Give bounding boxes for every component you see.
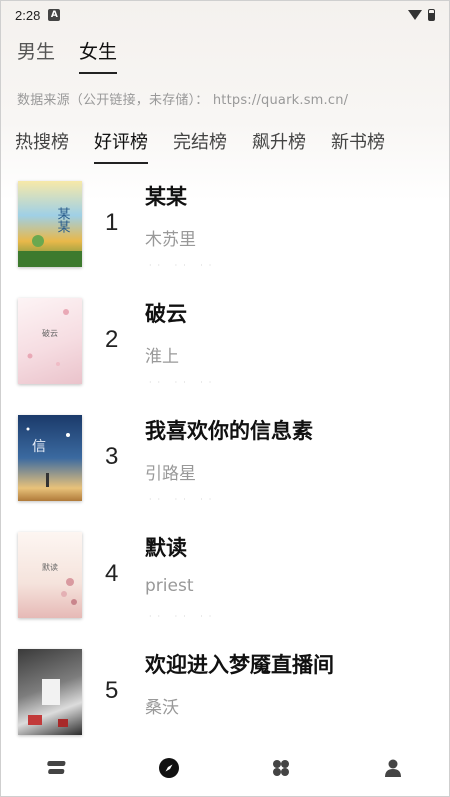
rank-number: 4 bbox=[105, 560, 119, 587]
notification-icon: A bbox=[48, 9, 61, 21]
book-author: 淮上 bbox=[145, 347, 179, 367]
svg-text:某某: 某某 bbox=[55, 207, 71, 233]
cover-art-icon bbox=[28, 679, 68, 727]
book-author: priest bbox=[145, 576, 194, 596]
book-cover bbox=[18, 649, 82, 735]
status-icons bbox=[408, 9, 435, 21]
status-bar: 2:28 A bbox=[1, 1, 449, 29]
book-cover: 某某 bbox=[18, 181, 82, 267]
book-cover: 默读 bbox=[18, 532, 82, 618]
tab-male[interactable]: 男生 bbox=[17, 37, 55, 74]
nav-profile[interactable] bbox=[373, 748, 413, 788]
book-author: 引路星 bbox=[145, 464, 196, 484]
meta-placeholder: ·· ·· ·· bbox=[149, 612, 218, 621]
flower-icon bbox=[61, 578, 77, 605]
bottom-navigation bbox=[1, 740, 449, 796]
rank-number: 2 bbox=[105, 326, 119, 353]
tab-completed[interactable]: 完结榜 bbox=[173, 128, 227, 164]
data-source-note: 数据来源（公开链接，未存储）： https://quark.sm.cn/ bbox=[17, 93, 349, 108]
bookshelf-icon bbox=[47, 761, 66, 774]
cover-art-icon: 信 bbox=[26, 427, 70, 487]
tab-top-rated[interactable]: 好评榜 bbox=[94, 128, 148, 164]
status-time: 2:28 bbox=[15, 7, 41, 23]
book-item[interactable]: 信 3 我喜欢你的信息素 引路星 ·· ·· ·· bbox=[1, 407, 449, 524]
book-item[interactable]: 默读 4 默读 priest ·· ·· ·· bbox=[1, 524, 449, 641]
book-item[interactable]: 某某 1 某某 木苏里 ·· ·· ·· bbox=[1, 173, 449, 290]
categories-icon bbox=[273, 760, 289, 776]
cover-text: 破云 bbox=[42, 329, 58, 338]
cover-text: 默读 bbox=[42, 563, 58, 572]
compass-icon bbox=[159, 758, 179, 778]
tab-hot-search[interactable]: 热搜榜 bbox=[15, 128, 69, 164]
nav-categories[interactable] bbox=[261, 748, 301, 788]
app-frame: 2:28 A 男生 女生 数据来源（公开链接，未存储）： https://qua… bbox=[0, 0, 450, 797]
book-title: 默读 bbox=[145, 536, 187, 560]
book-item[interactable]: 破云 2 破云 淮上 ·· ·· ·· bbox=[1, 290, 449, 407]
meta-placeholder: ·· ·· ·· bbox=[149, 378, 218, 387]
meta-placeholder: ·· ·· ·· bbox=[149, 261, 218, 270]
book-author: 木苏里 bbox=[145, 230, 196, 250]
tab-female[interactable]: 女生 bbox=[79, 37, 118, 74]
rank-number: 3 bbox=[105, 443, 119, 470]
book-title: 我喜欢你的信息素 bbox=[145, 419, 313, 443]
book-title: 欢迎进入梦魇直播间 bbox=[145, 653, 334, 677]
ranking-tabs: 热搜榜 好评榜 完结榜 飙升榜 新书榜 bbox=[15, 128, 410, 164]
tab-new-books[interactable]: 新书榜 bbox=[331, 128, 385, 164]
rank-number: 1 bbox=[105, 209, 119, 236]
cover-art-icon: 某某 bbox=[18, 207, 82, 267]
book-title: 破云 bbox=[145, 302, 187, 326]
rank-number: 5 bbox=[105, 677, 119, 704]
wifi-icon bbox=[408, 10, 422, 20]
battery-icon bbox=[428, 9, 435, 21]
book-author: 桑沃 bbox=[145, 698, 179, 718]
tab-rising[interactable]: 飙升榜 bbox=[252, 128, 306, 164]
profile-icon bbox=[385, 759, 401, 777]
nav-bookshelf[interactable] bbox=[37, 748, 77, 788]
book-title: 某某 bbox=[145, 185, 187, 209]
book-list: 某某 1 某某 木苏里 ·· ·· ·· 破云 2 破云 淮上 ·· ·· ··… bbox=[1, 173, 449, 758]
book-cover: 破云 bbox=[18, 298, 82, 384]
book-cover: 信 bbox=[18, 415, 82, 501]
svg-text:信: 信 bbox=[32, 439, 46, 455]
nav-discover[interactable] bbox=[149, 748, 189, 788]
gender-tabs: 男生 女生 bbox=[17, 37, 118, 74]
meta-placeholder: ·· ·· ·· bbox=[149, 495, 218, 504]
blossom-icon bbox=[27, 309, 69, 366]
